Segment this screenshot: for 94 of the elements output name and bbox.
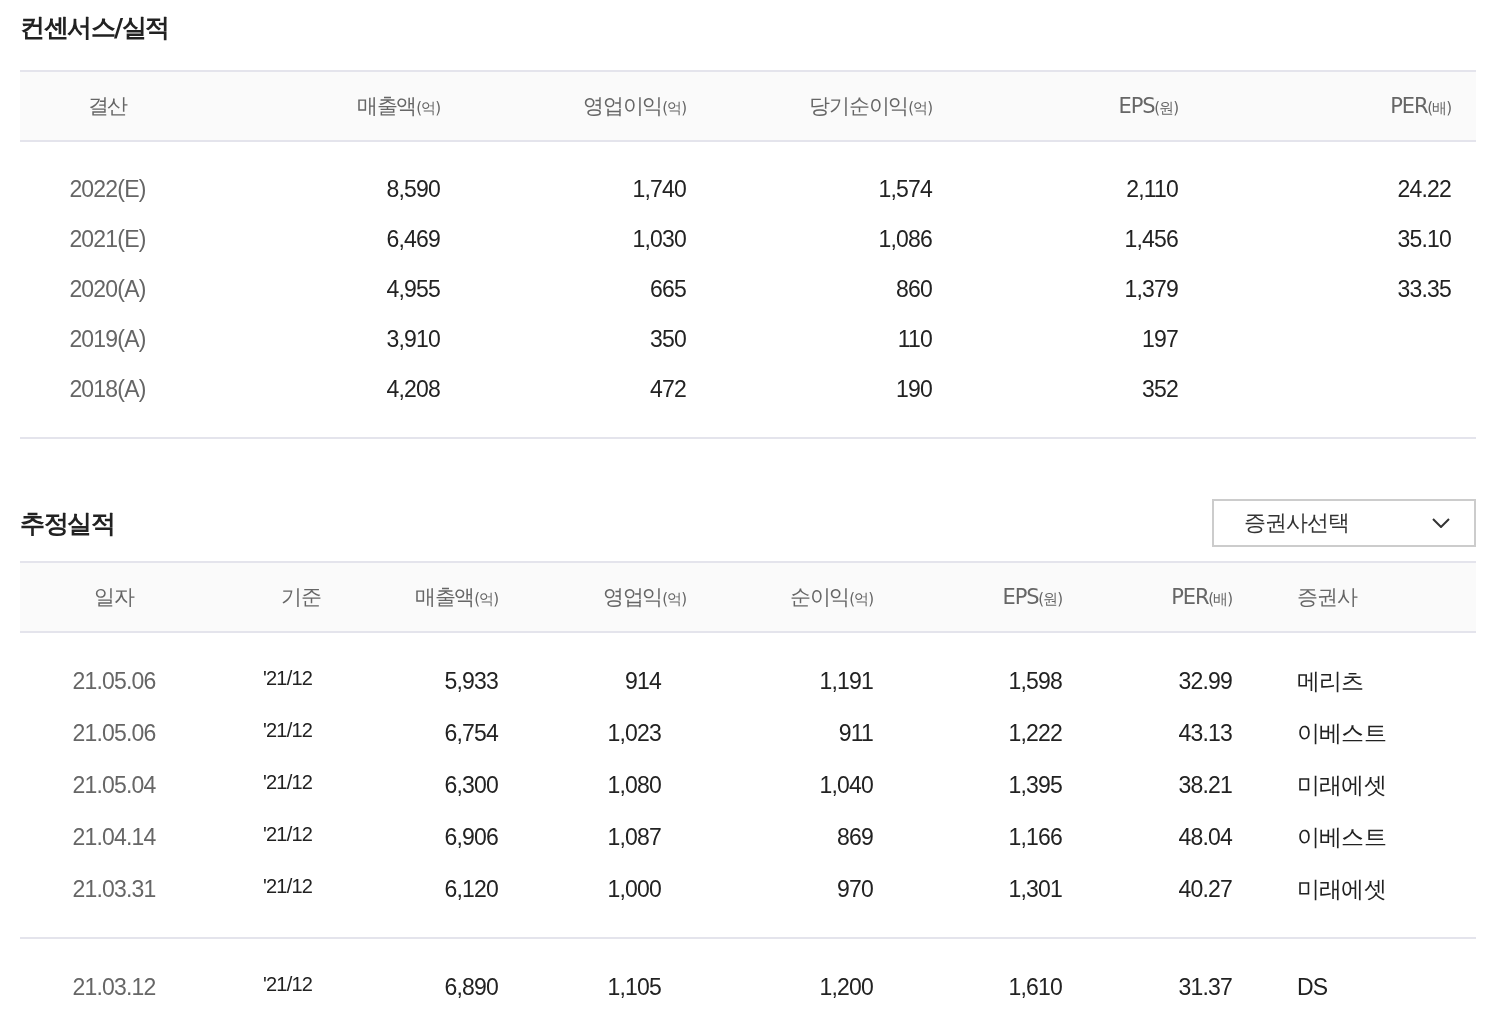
column-header: 매출액(억) bbox=[355, 93, 440, 120]
section-title: 추정실적 bbox=[20, 508, 114, 540]
table-cell: 6,120 bbox=[444, 875, 498, 902]
table-cell: '21/12 bbox=[263, 718, 313, 741]
table-cell: 1,395 bbox=[1008, 771, 1062, 798]
chevron-down-icon bbox=[1432, 518, 1450, 528]
table-cell: 5,933 bbox=[444, 667, 498, 694]
table-cell: 911 bbox=[838, 719, 873, 746]
table-cell: 665 bbox=[650, 275, 686, 302]
table-cell: 3,910 bbox=[386, 325, 440, 352]
column-header: 일자 bbox=[93, 584, 136, 611]
column-header: PER(배) bbox=[1389, 94, 1451, 118]
table-cell: 43.13 bbox=[1178, 719, 1232, 746]
table-cell: DS bbox=[1297, 973, 1328, 1000]
table-cell: 2019(A) bbox=[69, 325, 146, 352]
table-cell: 21.04.14 bbox=[72, 823, 156, 850]
table-cell: 110 bbox=[897, 325, 932, 352]
table-cell: 21.05.04 bbox=[72, 771, 156, 798]
table-cell: 350 bbox=[650, 325, 686, 352]
table-cell: 35.10 bbox=[1397, 225, 1451, 252]
table-cell: 이베스트 bbox=[1297, 719, 1386, 746]
table-cell: '21/12 bbox=[263, 874, 313, 897]
column-header: PER(배) bbox=[1170, 585, 1232, 609]
table-cell: 1,200 bbox=[819, 973, 873, 1000]
table-cell: 1,574 bbox=[878, 175, 932, 202]
column-header: 영업이익(억) bbox=[582, 93, 686, 120]
column-header: 순이익(억) bbox=[788, 584, 873, 611]
table-cell: '21/12 bbox=[263, 770, 313, 793]
table-cell: 2022(E) bbox=[69, 175, 146, 202]
table-cell: 31.37 bbox=[1178, 973, 1232, 1000]
table-cell: 2020(A) bbox=[69, 275, 146, 302]
table-cell: 6,906 bbox=[444, 823, 498, 850]
table-cell: 197 bbox=[1142, 325, 1178, 352]
table-cell: 1,191 bbox=[819, 667, 873, 694]
column-header: 영업익(억) bbox=[601, 584, 686, 611]
table-cell: 1,598 bbox=[1008, 667, 1062, 694]
table-cell: 6,469 bbox=[386, 225, 440, 252]
table-cell: 21.03.12 bbox=[72, 973, 156, 1000]
table-cell: 1,379 bbox=[1124, 275, 1178, 302]
table-cell: '21/12 bbox=[263, 666, 313, 689]
table-cell: 1,105 bbox=[607, 973, 661, 1000]
table-cell: 33.35 bbox=[1397, 275, 1451, 302]
table-cell: 1,086 bbox=[878, 225, 932, 252]
table-cell: 21.03.31 bbox=[72, 875, 156, 902]
table-cell: 190 bbox=[896, 375, 932, 402]
table-cell: 1,222 bbox=[1008, 719, 1062, 746]
table-cell: 21.05.06 bbox=[72, 667, 156, 694]
table-cell: 1,030 bbox=[632, 225, 686, 252]
table-cell: 1,610 bbox=[1008, 973, 1062, 1000]
table-cell: 472 bbox=[650, 375, 686, 402]
table-cell: 24.22 bbox=[1397, 175, 1451, 202]
table-cell: 1,301 bbox=[1008, 875, 1062, 902]
table-cell: 2021(E) bbox=[69, 225, 146, 252]
table-cell: 8,590 bbox=[386, 175, 440, 202]
table-cell: 38.21 bbox=[1178, 771, 1232, 798]
table-cell: 32.99 bbox=[1178, 667, 1232, 694]
table-cell: 메리츠 bbox=[1297, 667, 1364, 694]
table-cell: 1,166 bbox=[1008, 823, 1062, 850]
column-header: EPS(원) bbox=[1001, 585, 1062, 609]
table-cell: 미래에셋 bbox=[1297, 875, 1386, 902]
table-cell: 869 bbox=[837, 823, 873, 850]
column-header: 기준 bbox=[280, 584, 321, 611]
table-cell: 21.05.06 bbox=[72, 719, 156, 746]
table-cell: 이베스트 bbox=[1297, 823, 1386, 850]
table-cell: 2,110 bbox=[1126, 175, 1178, 202]
table-cell: 1,087 bbox=[607, 823, 661, 850]
table-cell: '21/12 bbox=[263, 972, 313, 995]
table-cell: 1,023 bbox=[607, 719, 661, 746]
table-cell: 914 bbox=[625, 667, 661, 694]
table-cell: 6,890 bbox=[444, 973, 498, 1000]
table-cell: 352 bbox=[1142, 375, 1178, 402]
table-cell: 1,740 bbox=[632, 175, 686, 202]
table-cell: 1,000 bbox=[607, 875, 661, 902]
column-header: 결산 bbox=[86, 93, 129, 120]
column-header: 당기순이익(억) bbox=[808, 93, 932, 120]
table-cell: 1,456 bbox=[1124, 225, 1178, 252]
table-cell: 4,955 bbox=[386, 275, 440, 302]
table-cell: 6,300 bbox=[444, 771, 498, 798]
table-cell: 1,040 bbox=[819, 771, 873, 798]
table-cell: 860 bbox=[896, 275, 932, 302]
table-cell: 40.27 bbox=[1178, 875, 1232, 902]
table-cell: 미래에셋 bbox=[1297, 771, 1386, 798]
table-cell: 1,080 bbox=[607, 771, 661, 798]
table-cell: 2018(A) bbox=[69, 375, 146, 402]
column-header: EPS(원) bbox=[1117, 94, 1178, 118]
table-cell: 970 bbox=[837, 875, 873, 902]
column-header: 증권사 bbox=[1296, 584, 1358, 611]
section-title: 컨센서스/실적 bbox=[20, 12, 170, 44]
column-header: 매출액(억) bbox=[413, 584, 498, 611]
table-cell: 48.04 bbox=[1178, 823, 1232, 850]
broker-dropdown[interactable]: 증권사선택 bbox=[1212, 499, 1476, 547]
table-cell: 6,754 bbox=[444, 719, 498, 746]
table-cell: 4,208 bbox=[386, 375, 440, 402]
table-cell: '21/12 bbox=[263, 822, 313, 845]
